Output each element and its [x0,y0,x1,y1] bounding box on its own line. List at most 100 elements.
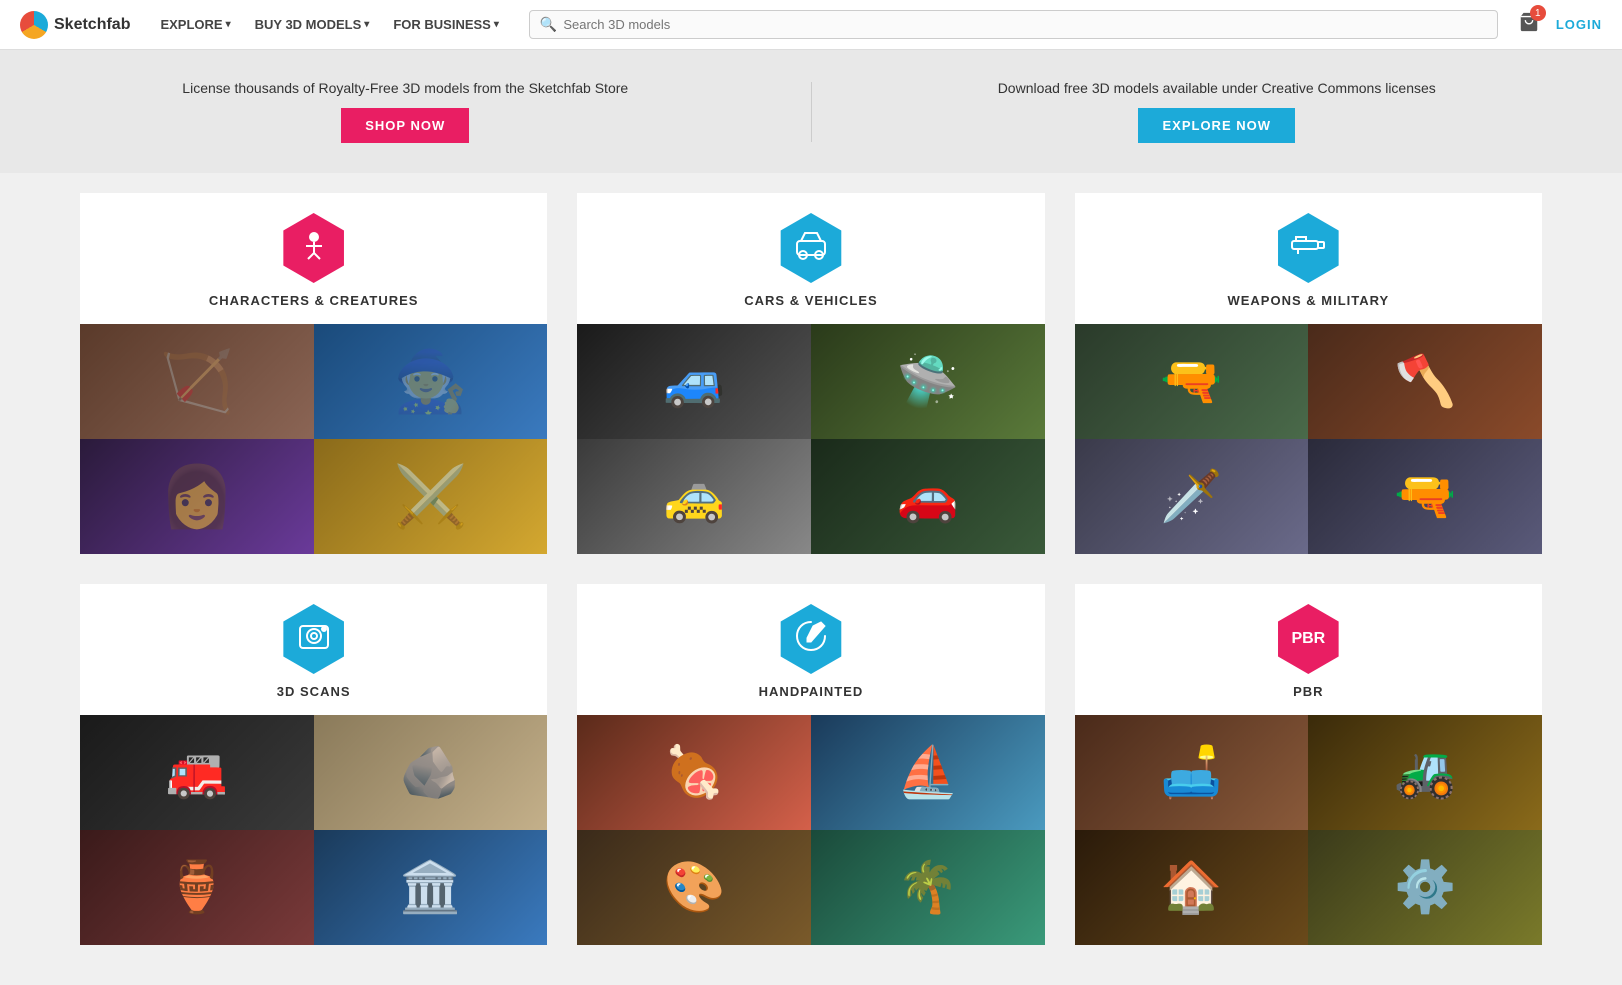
promo-banner: License thousands of Royalty-Free 3D mod… [0,50,1622,173]
nav-explore[interactable]: EXPLORE ▾ [150,11,240,38]
scan-image-4: 🏛️ [314,830,548,945]
weapons-icon [1290,227,1326,270]
category-title-handpainted: HANDPAINTED [759,684,864,699]
navbar: Sketchfab EXPLORE ▾ BUY 3D MODELS ▾ FOR … [0,0,1622,50]
character-figure-1: 🏹 [80,324,314,439]
banner-explore-text: Download free 3D models available under … [998,80,1436,96]
category-header-handpainted: HANDPAINTED [577,584,1044,715]
search-bar[interactable]: 🔍 [529,10,1498,39]
weapon-figure-4: 🔫 [1308,439,1542,554]
chevron-down-icon: ▾ [226,19,231,30]
category-handpainted[interactable]: HANDPAINTED 🍖 ⛵ 🎨 🌴 [577,584,1044,945]
weapon-figure-3: 🗡️ [1075,439,1309,554]
pbr-figure-1: 🛋️ [1075,715,1309,830]
weapon-image-3: 🗡️ [1075,439,1309,554]
pbr-figure-3: 🏠 [1075,830,1309,945]
hexagon-icon-characters [279,213,349,283]
cart-count: 1 [1530,5,1546,21]
nav-links: EXPLORE ▾ BUY 3D MODELS ▾ FOR BUSINESS ▾ [150,11,508,38]
main-content: CHARACTERS & CREATURES 🏹 🧙 👩 ⚔️ [0,173,1622,985]
hand-figure-2: ⛵ [811,715,1045,830]
handpainted-icon [793,618,829,661]
character-image-1: 🏹 [80,324,314,439]
chevron-down-icon: ▾ [494,19,499,30]
scan-image-1: 🚒 [80,715,314,830]
category-scans[interactable]: 3D SCANS 🚒 🪨 🏺 🏛️ [80,584,547,945]
category-images-characters: 🏹 🧙 👩 ⚔️ [80,324,547,554]
brand-name: Sketchfab [54,16,130,34]
banner-shop-section: License thousands of Royalty-Free 3D mod… [40,80,771,143]
car-figure-3: 🚕 [577,439,811,554]
scans-icon [296,618,332,661]
hex-shape [279,213,349,283]
scan-figure-1: 🚒 [80,715,314,830]
category-header-characters: CHARACTERS & CREATURES [80,193,547,324]
category-images-weapons: 🔫 🪓 🗡️ 🔫 [1075,324,1542,554]
hexagon-icon-weapons [1273,213,1343,283]
pbr-image-3: 🏠 [1075,830,1309,945]
scan-image-2: 🪨 [314,715,548,830]
nav-buy-3d[interactable]: BUY 3D MODELS ▾ [245,11,380,38]
banner-shop-text: License thousands of Royalty-Free 3D mod… [182,80,628,96]
category-characters[interactable]: CHARACTERS & CREATURES 🏹 🧙 👩 ⚔️ [80,193,547,554]
hex-shape [1273,213,1343,283]
search-icon: 🔍 [540,16,557,33]
pbr-figure-2: 🚜 [1308,715,1542,830]
car-image-2: 🛸 [811,324,1045,439]
category-images-pbr: 🛋️ 🚜 🏠 ⚙️ [1075,715,1542,945]
weapon-image-4: 🔫 [1308,439,1542,554]
hand-image-2: ⛵ [811,715,1045,830]
category-weapons[interactable]: WEAPONS & MILITARY 🔫 🪓 🗡️ 🔫 [1075,193,1542,554]
banner-explore-section: Download free 3D models available under … [852,80,1583,143]
scan-figure-2: 🪨 [314,715,548,830]
cart-button[interactable]: 1 [1518,11,1540,38]
category-cars[interactable]: CARS & VEHICLES 🚙 🛸 🚕 🚗 [577,193,1044,554]
hex-shape [776,213,846,283]
category-images-handpainted: 🍖 ⛵ 🎨 🌴 [577,715,1044,945]
hand-figure-4: 🌴 [811,830,1045,945]
car-image-1: 🚙 [577,324,811,439]
nav-for-business[interactable]: FOR BUSINESS ▾ [383,11,509,38]
explore-now-button[interactable]: EXPLORE NOW [1138,108,1295,143]
search-input[interactable] [563,17,1487,32]
pbr-figure-4: ⚙️ [1308,830,1542,945]
categories-grid: CHARACTERS & CREATURES 🏹 🧙 👩 ⚔️ [80,193,1542,945]
car-icon [793,227,829,270]
banner-divider [811,82,812,142]
category-header-cars: CARS & VEHICLES [577,193,1044,324]
car-image-4: 🚗 [811,439,1045,554]
chevron-down-icon: ▾ [364,19,369,30]
hexagon-icon-cars [776,213,846,283]
logo[interactable]: Sketchfab [20,11,130,39]
hand-image-4: 🌴 [811,830,1045,945]
weapon-image-1: 🔫 [1075,324,1309,439]
weapon-figure-1: 🔫 [1075,324,1309,439]
hex-shape [776,604,846,674]
category-title-cars: CARS & VEHICLES [744,293,877,308]
category-title-weapons: WEAPONS & MILITARY [1227,293,1389,308]
category-header-weapons: WEAPONS & MILITARY [1075,193,1542,324]
character-figure-4: ⚔️ [314,439,548,554]
hex-shape: PBR [1273,604,1343,674]
weapon-image-2: 🪓 [1308,324,1542,439]
logo-icon [20,11,48,39]
category-images-scans: 🚒 🪨 🏺 🏛️ [80,715,547,945]
character-figure-2: 🧙 [314,324,548,439]
category-title-characters: CHARACTERS & CREATURES [209,293,419,308]
login-button[interactable]: LOGIN [1556,17,1602,32]
category-pbr[interactable]: PBR PBR 🛋️ 🚜 🏠 ⚙️ [1075,584,1542,945]
scan-image-3: 🏺 [80,830,314,945]
hand-figure-3: 🎨 [577,830,811,945]
shop-now-button[interactable]: SHOP NOW [341,108,469,143]
character-icon [298,229,330,268]
hex-shape [279,604,349,674]
pbr-label-icon: PBR [1291,630,1325,648]
category-header-pbr: PBR PBR [1075,584,1542,715]
hexagon-icon-pbr: PBR [1273,604,1343,674]
hand-image-3: 🎨 [577,830,811,945]
pbr-image-2: 🚜 [1308,715,1542,830]
category-images-cars: 🚙 🛸 🚕 🚗 [577,324,1044,554]
category-header-scans: 3D SCANS [80,584,547,715]
character-image-2: 🧙 [314,324,548,439]
hand-image-1: 🍖 [577,715,811,830]
